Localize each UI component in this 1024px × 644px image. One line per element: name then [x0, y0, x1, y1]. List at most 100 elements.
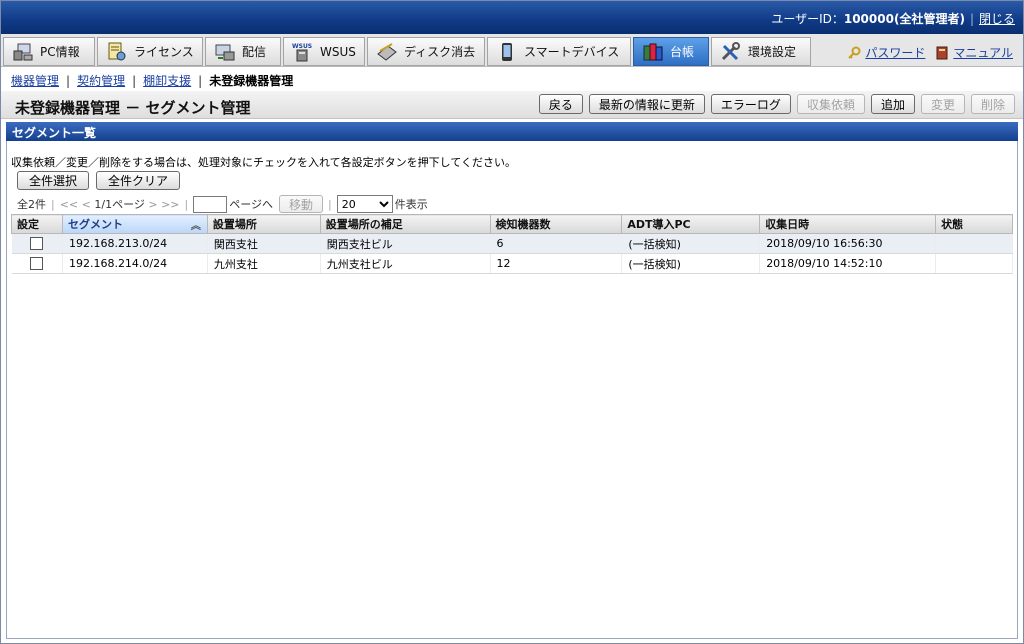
- tab-label: 台帳: [670, 45, 695, 59]
- first-page-link[interactable]: <<: [60, 198, 78, 211]
- last-page-link[interactable]: >>: [161, 198, 179, 211]
- top-links: パスワード マニュアル: [847, 44, 1013, 61]
- cell-detected-count: 12: [490, 253, 623, 274]
- table-row: 192.168.213.0/24 関西支社 関西支社ビル 6 (一括検知) 20…: [11, 233, 1013, 254]
- select-all-button[interactable]: 全件選択: [17, 171, 90, 190]
- column-header-location[interactable]: 設置場所: [206, 214, 321, 234]
- breadcrumb-current: 未登録機器管理: [209, 74, 294, 88]
- title-bar: 未登録機器管理 － セグメント管理 戻る 最新の情報に更新 エラーログ 収集依頼…: [1, 91, 1023, 119]
- password-link-label: パスワード: [865, 46, 926, 60]
- column-header-location-note[interactable]: 設置場所の補足: [319, 214, 491, 234]
- cell-collected-at: 2018/09/10 14:52:10: [759, 253, 937, 274]
- tab-distribute[interactable]: 配信: [205, 37, 281, 66]
- svg-text:WSUS: WSUS: [292, 43, 312, 50]
- next-page-link[interactable]: >: [148, 198, 157, 211]
- pc-icon: [12, 42, 34, 62]
- refresh-button[interactable]: 最新の情報に更新: [588, 94, 705, 114]
- cell-adt-pc: (一括検知): [621, 253, 761, 274]
- user-id-value: 100000(全社管理者): [843, 12, 965, 26]
- pager: 全2件 | << < 1/1ページ > >> | ページへ 移動 | 20 件表…: [17, 195, 428, 213]
- tab-wsus[interactable]: WSUS WSUS: [283, 37, 365, 66]
- add-button[interactable]: 追加: [870, 94, 915, 114]
- instruction-text: 収集依頼／変更／削除をする場合は、処理対象にチェックを入れて各設定ボタンを押下し…: [11, 156, 517, 169]
- cell-adt-pc: (一括検知): [621, 233, 761, 254]
- user-info: ユーザーID：100000(全社管理者) | 閉じる: [771, 10, 1015, 27]
- per-page-suffix: 件表示: [394, 198, 428, 211]
- page-info: 1/1ページ: [94, 198, 145, 211]
- prev-page-link[interactable]: <: [82, 198, 91, 211]
- clear-all-button[interactable]: 全件クリア: [96, 171, 181, 190]
- key-icon: [847, 46, 861, 60]
- main-tab-bar: PC情報 ライセンス 配信 WSUS WSUS ディスク消去 スマートデバイス …: [1, 34, 1023, 67]
- error-log-button[interactable]: エラーログ: [710, 94, 791, 114]
- smartphone-icon: [496, 42, 518, 62]
- page-title: 未登録機器管理 － セグメント管理: [15, 99, 251, 117]
- breadcrumb-contract-management[interactable]: 契約管理: [77, 74, 125, 88]
- delete-button[interactable]: 削除: [970, 94, 1015, 114]
- tab-ledger[interactable]: 台帳: [633, 37, 709, 66]
- column-header-status[interactable]: 状態: [935, 214, 1013, 234]
- section-header: セグメント一覧: [6, 122, 1018, 141]
- header-bar: ユーザーID：100000(全社管理者) | 閉じる: [1, 1, 1023, 34]
- distribute-icon: [214, 42, 236, 62]
- tab-label: PC情報: [40, 45, 80, 59]
- segment-table: 設定 セグメント ︽ 設置場所 設置場所の補足 検知機器数 ADT導入PC 収集日…: [11, 214, 1013, 274]
- cell-location-note: 関西支社ビル: [320, 233, 491, 254]
- wsus-icon: WSUS: [292, 42, 314, 62]
- settings-icon: [720, 41, 742, 62]
- tab-label: スマートデバイス: [524, 45, 620, 59]
- page-number-input[interactable]: [193, 195, 228, 213]
- password-link[interactable]: パスワード: [847, 44, 925, 61]
- column-header-adt-pc[interactable]: ADT導入PC: [621, 214, 761, 234]
- tab-smart-device[interactable]: スマートデバイス: [487, 37, 631, 66]
- back-button[interactable]: 戻る: [538, 94, 583, 114]
- row-checkbox[interactable]: [30, 237, 44, 251]
- column-header-detected-count[interactable]: 検知機器数: [489, 214, 623, 234]
- edit-button[interactable]: 変更: [920, 94, 965, 114]
- manual-link-label: マニュアル: [953, 46, 1013, 60]
- toolbar: 戻る 最新の情報に更新 エラーログ 収集依頼 追加 変更 削除: [538, 94, 1015, 114]
- breadcrumb-inventory-support[interactable]: 棚卸支援: [143, 74, 191, 88]
- disk-erase-icon: [376, 42, 398, 62]
- user-id-label: ユーザーID：: [771, 12, 844, 26]
- selection-buttons: 全件選択 全件クリア: [17, 171, 181, 190]
- tab-label: WSUS: [320, 44, 356, 59]
- cell-detected-count: 6: [490, 233, 623, 254]
- column-header-collected-at[interactable]: 収集日時: [759, 214, 937, 234]
- tab-label: ディスク消去: [404, 45, 476, 59]
- tab-label: 環境設定: [748, 45, 797, 59]
- page-to-label: ページへ: [229, 198, 274, 211]
- close-link[interactable]: 閉じる: [979, 12, 1015, 26]
- tab-label: ライセンス: [134, 45, 194, 59]
- column-header-segment[interactable]: セグメント ︽: [61, 214, 208, 234]
- cell-location: 関西支社: [207, 233, 321, 254]
- breadcrumb-device-management[interactable]: 機器管理: [11, 74, 59, 88]
- manual-link[interactable]: マニュアル: [935, 44, 1013, 61]
- cell-segment: 192.168.213.0/24: [62, 233, 208, 254]
- sort-ascending-icon: ︽: [190, 221, 201, 232]
- tab-disk-erase[interactable]: ディスク消去: [367, 37, 485, 66]
- cell-segment: 192.168.214.0/24: [62, 253, 208, 274]
- cell-collected-at: 2018/09/10 16:56:30: [759, 233, 937, 254]
- per-page-select[interactable]: 20: [336, 195, 393, 213]
- cell-location: 九州支社: [207, 253, 321, 274]
- total-count: 全2件: [17, 198, 46, 211]
- tab-license[interactable]: ライセンス: [97, 37, 203, 66]
- tab-pc-info[interactable]: PC情報: [3, 37, 95, 66]
- cell-status: [935, 233, 1013, 254]
- column-header-setting: 設定: [11, 214, 63, 234]
- collect-request-button[interactable]: 収集依頼: [796, 94, 865, 114]
- license-icon: [106, 42, 128, 62]
- header-separator: |: [969, 12, 974, 26]
- tab-label: 配信: [242, 45, 267, 59]
- table-header-row: 設定 セグメント ︽ 設置場所 設置場所の補足 検知機器数 ADT導入PC 収集日…: [11, 214, 1013, 234]
- ledger-icon: [642, 42, 664, 62]
- go-page-button[interactable]: 移動: [279, 195, 324, 213]
- row-checkbox[interactable]: [30, 257, 44, 271]
- cell-location-note: 九州支社ビル: [320, 253, 491, 274]
- book-icon: [935, 46, 949, 60]
- cell-status: [935, 253, 1013, 274]
- table-row: 192.168.214.0/24 九州支社 九州支社ビル 12 (一括検知) 2…: [11, 253, 1013, 274]
- breadcrumb: 機器管理 | 契約管理 | 棚卸支援 | 未登録機器管理: [11, 74, 294, 88]
- tab-settings[interactable]: 環境設定: [711, 37, 811, 66]
